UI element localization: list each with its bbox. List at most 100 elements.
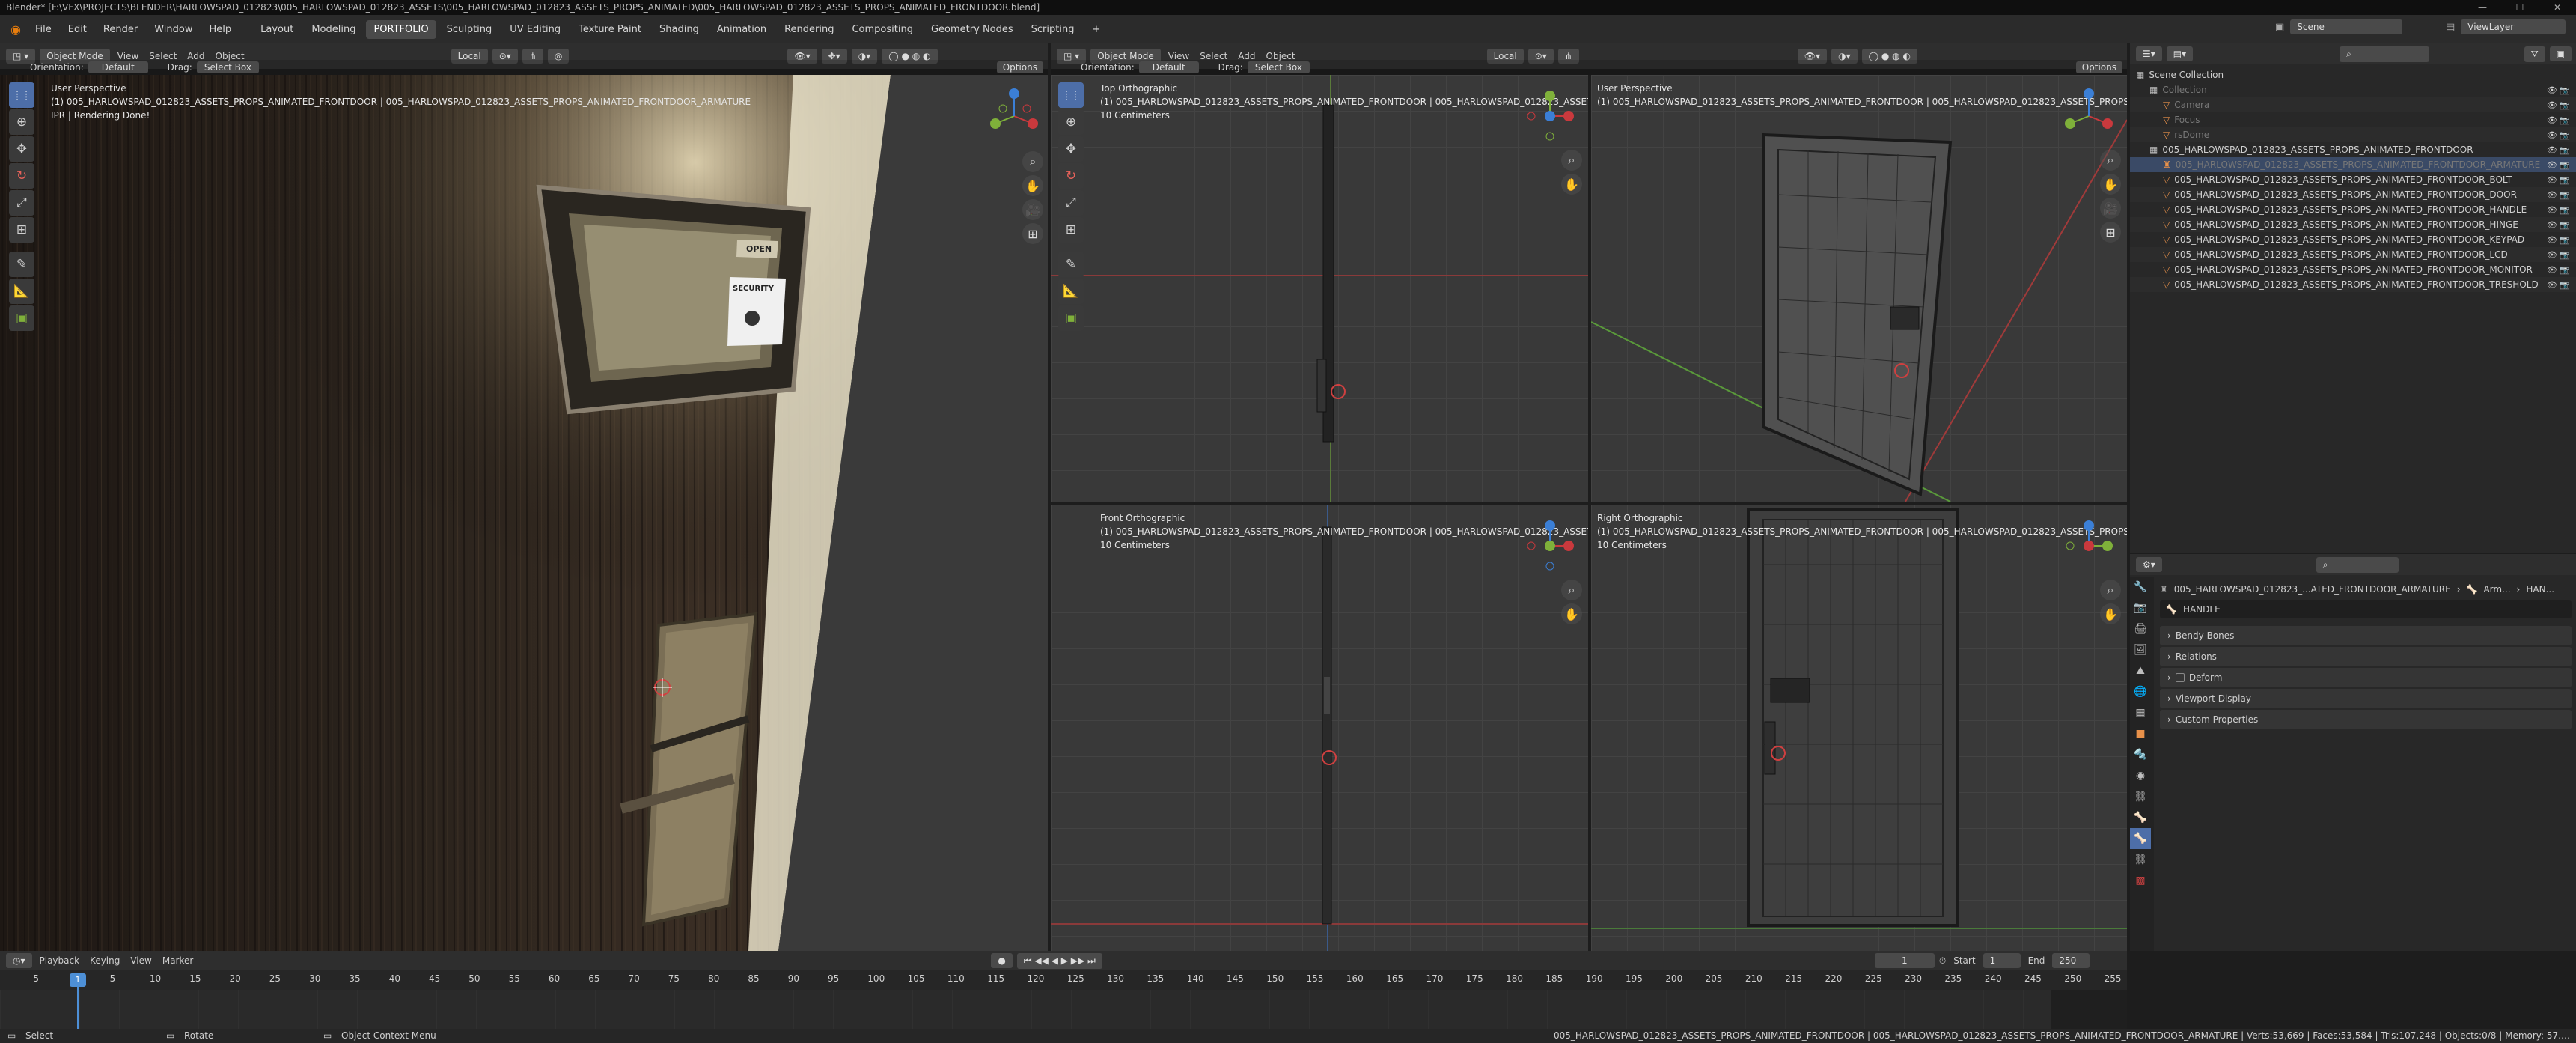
zoom-icon[interactable]: ⌕ [1022,151,1043,172]
right-pan-hand-icon[interactable]: ✋ [2100,603,2121,624]
front-navigation-gizmo[interactable] [1516,512,1584,580]
tab-scripting[interactable]: Scripting [1024,20,1082,39]
menu-window[interactable]: Window [147,22,199,37]
persp-camera-view-icon[interactable]: 🎥 [2100,198,2121,219]
pan-hand-icon[interactable]: ✋ [1022,175,1043,196]
minimize-icon[interactable]: — [2464,0,2501,15]
constraints-tab-icon[interactable]: ⛓ [2130,786,2151,807]
modifier-tab-icon[interactable]: 🔩 [2130,744,2151,765]
outliner-item[interactable]: ▽ rsDome 👁 📷 [2130,127,2576,142]
top-move-tool-icon[interactable]: ✥ [1058,136,1084,162]
playhead-frame-badge[interactable]: 1 [70,973,86,987]
panel-viewport-display[interactable]: › Viewport Display [2160,689,2572,708]
add-workspace-icon[interactable]: + [1084,20,1108,39]
top-transform-tool-icon[interactable]: ⊞ [1058,217,1084,243]
tool-tab-icon[interactable]: 🔧 [2130,577,2151,597]
visibility-eye-icon[interactable]: 👁 📷 [2547,130,2570,140]
quad-options-button[interactable]: Options [2075,61,2122,73]
rotate-tool-icon[interactable]: ↻ [9,163,34,189]
camera-view-icon[interactable]: 🎥 [1022,199,1043,220]
outliner-item[interactable]: ▽ 005_HARLOWSPAD_012823_ASSETS_PROPS_ANIM… [2130,247,2576,262]
visibility-eye-icon[interactable]: 👁 📷 [2547,145,2570,155]
timeline-view-menu[interactable]: View [127,955,154,966]
top-add-cube-tool-icon[interactable]: ▣ [1058,305,1084,331]
outliner-display-mode-icon[interactable]: ▤▾ [2166,46,2194,61]
render-tab-icon[interactable]: 📷 [2130,597,2151,618]
add-cube-tool-icon[interactable]: ▣ [9,305,34,331]
front-pan-hand-icon[interactable]: ✋ [1561,603,1582,624]
top-zoom-icon[interactable]: ⌕ [1561,150,1582,171]
visibility-eye-icon[interactable]: 👁 📷 [2547,250,2570,260]
outliner-item[interactable]: ▽ Focus 👁 📷 [2130,112,2576,127]
output-tab-icon[interactable]: 🖨 [2130,618,2151,639]
visibility-eye-icon[interactable]: 👁 📷 [2547,160,2570,170]
tab-uv-editing[interactable]: UV Editing [502,20,568,39]
visibility-eye-icon[interactable]: 👁 📷 [2547,190,2570,200]
menu-help[interactable]: Help [202,22,238,37]
outliner-item[interactable]: ▽ 005_HARLOWSPAD_012823_ASSETS_PROPS_ANIM… [2130,172,2576,187]
bone-name-field[interactable]: 🦴 HANDLE [2160,600,2572,618]
physics-tab-icon[interactable]: ◉ [2130,765,2151,786]
menu-file[interactable]: File [28,22,58,37]
tab-modeling[interactable]: Modeling [304,20,363,39]
outliner-item[interactable]: ▦ Collection 👁 📷 [2130,82,2576,97]
texture-tab-icon[interactable]: ▩ [2130,870,2151,891]
top-rotate-tool-icon[interactable]: ↻ [1058,163,1084,189]
scene-selector[interactable]: Scene [2290,19,2403,34]
tab-portfolio[interactable]: PORTFOLIO [366,19,436,39]
outliner-new-collection-icon[interactable]: ▣ [2549,46,2572,61]
panel-deform[interactable]: › Deform [2160,668,2572,687]
view-layer-selector[interactable]: ViewLayer [2461,19,2566,34]
top-measure-tool-icon[interactable]: 📐 [1058,279,1084,304]
panel-relations[interactable]: › Relations [2160,647,2572,666]
tab-rendering[interactable]: Rendering [777,20,841,39]
right-navigation-gizmo[interactable] [2055,512,2122,580]
select-tool-icon[interactable]: ⬚ [9,82,34,108]
annotate-tool-icon[interactable]: ✎ [9,252,34,277]
close-icon[interactable]: ✕ [2539,0,2576,15]
properties-search-field[interactable]: ⌕ [2316,556,2399,573]
persp-perspective-toggle-icon[interactable]: ⊞ [2100,222,2121,243]
object-tab-icon[interactable]: ■ [2130,723,2151,744]
top-pan-hand-icon[interactable]: ✋ [1561,174,1582,195]
options-button[interactable]: Options [996,61,1043,73]
right-ortho-viewport[interactable]: Right Orthographic (1) 005_HARLOWSPAD_01… [1591,505,2127,951]
visibility-eye-icon[interactable]: 👁 📷 [2547,205,2570,215]
timeline-editor-type-button[interactable]: ◷▾ [6,953,32,968]
panel-bendy-bones[interactable]: › Bendy Bones [2160,626,2572,645]
scene-tab-icon[interactable]: ⛰ [2130,660,2151,681]
tab-sculpting[interactable]: Sculpting [439,20,500,39]
top-ortho-viewport[interactable]: Top Orthographic (1) 005_HARLOWSPAD_0128… [1051,75,1588,502]
right-zoom-icon[interactable]: ⌕ [2100,580,2121,600]
outliner-item[interactable]: ▽ 005_HARLOWSPAD_012823_ASSETS_PROPS_ANIM… [2130,217,2576,232]
top-scale-tool-icon[interactable]: ⤢ [1058,190,1084,216]
armature-data-tab-icon[interactable]: 🦴 [2130,807,2151,828]
visibility-eye-icon[interactable]: 👁 📷 [2547,115,2570,125]
persp-viewport[interactable]: User Perspective (1) 005_HARLOWSPAD_0128… [1591,75,2127,502]
main-viewport[interactable]: User Perspective (1) 005_HARLOWSPAD_0128… [0,75,1048,951]
view-layer-tab-icon[interactable]: 🖼 [2130,639,2151,660]
outliner-item[interactable]: ▦ 005_HARLOWSPAD_012823_ASSETS_PROPS_ANIM… [2130,142,2576,157]
keying-menu[interactable]: Keying [87,955,123,966]
front-zoom-icon[interactable]: ⌕ [1561,580,1582,600]
transform-tool-icon[interactable]: ⊞ [9,217,34,243]
deform-checkbox[interactable] [2175,673,2185,682]
quad-drag-selector[interactable]: Select Box [1247,61,1310,73]
marker-menu[interactable]: Marker [159,955,196,966]
blender-logo-icon[interactable]: ◉ [6,22,25,37]
outliner-item[interactable]: ▽ Camera 👁 📷 [2130,97,2576,112]
persp-navigation-gizmo[interactable] [2055,82,2122,150]
persp-zoom-icon[interactable]: ⌕ [2100,150,2121,171]
outliner-editor-type-button[interactable]: ☰▾ [2136,46,2162,61]
outliner-item[interactable]: ▽ 005_HARLOWSPAD_012823_ASSETS_PROPS_ANIM… [2130,232,2576,247]
tab-geometry-nodes[interactable]: Geometry Nodes [924,20,1021,39]
timeline-track[interactable] [0,990,2127,1029]
bone-constraints-tab-icon[interactable]: ⛓ [2130,849,2151,870]
outliner-root[interactable]: ▦ Scene Collection [2130,67,2576,82]
drag-selector[interactable]: Select Box [196,61,259,73]
top-navigation-gizmo[interactable] [1516,82,1584,150]
timeline-ruler[interactable]: -505101520253035404550556065707580859095… [0,973,2127,988]
preview-range-icon[interactable]: ⏱ [1939,955,1946,967]
menu-edit[interactable]: Edit [61,22,94,37]
persp-pan-hand-icon[interactable]: ✋ [2100,174,2121,195]
